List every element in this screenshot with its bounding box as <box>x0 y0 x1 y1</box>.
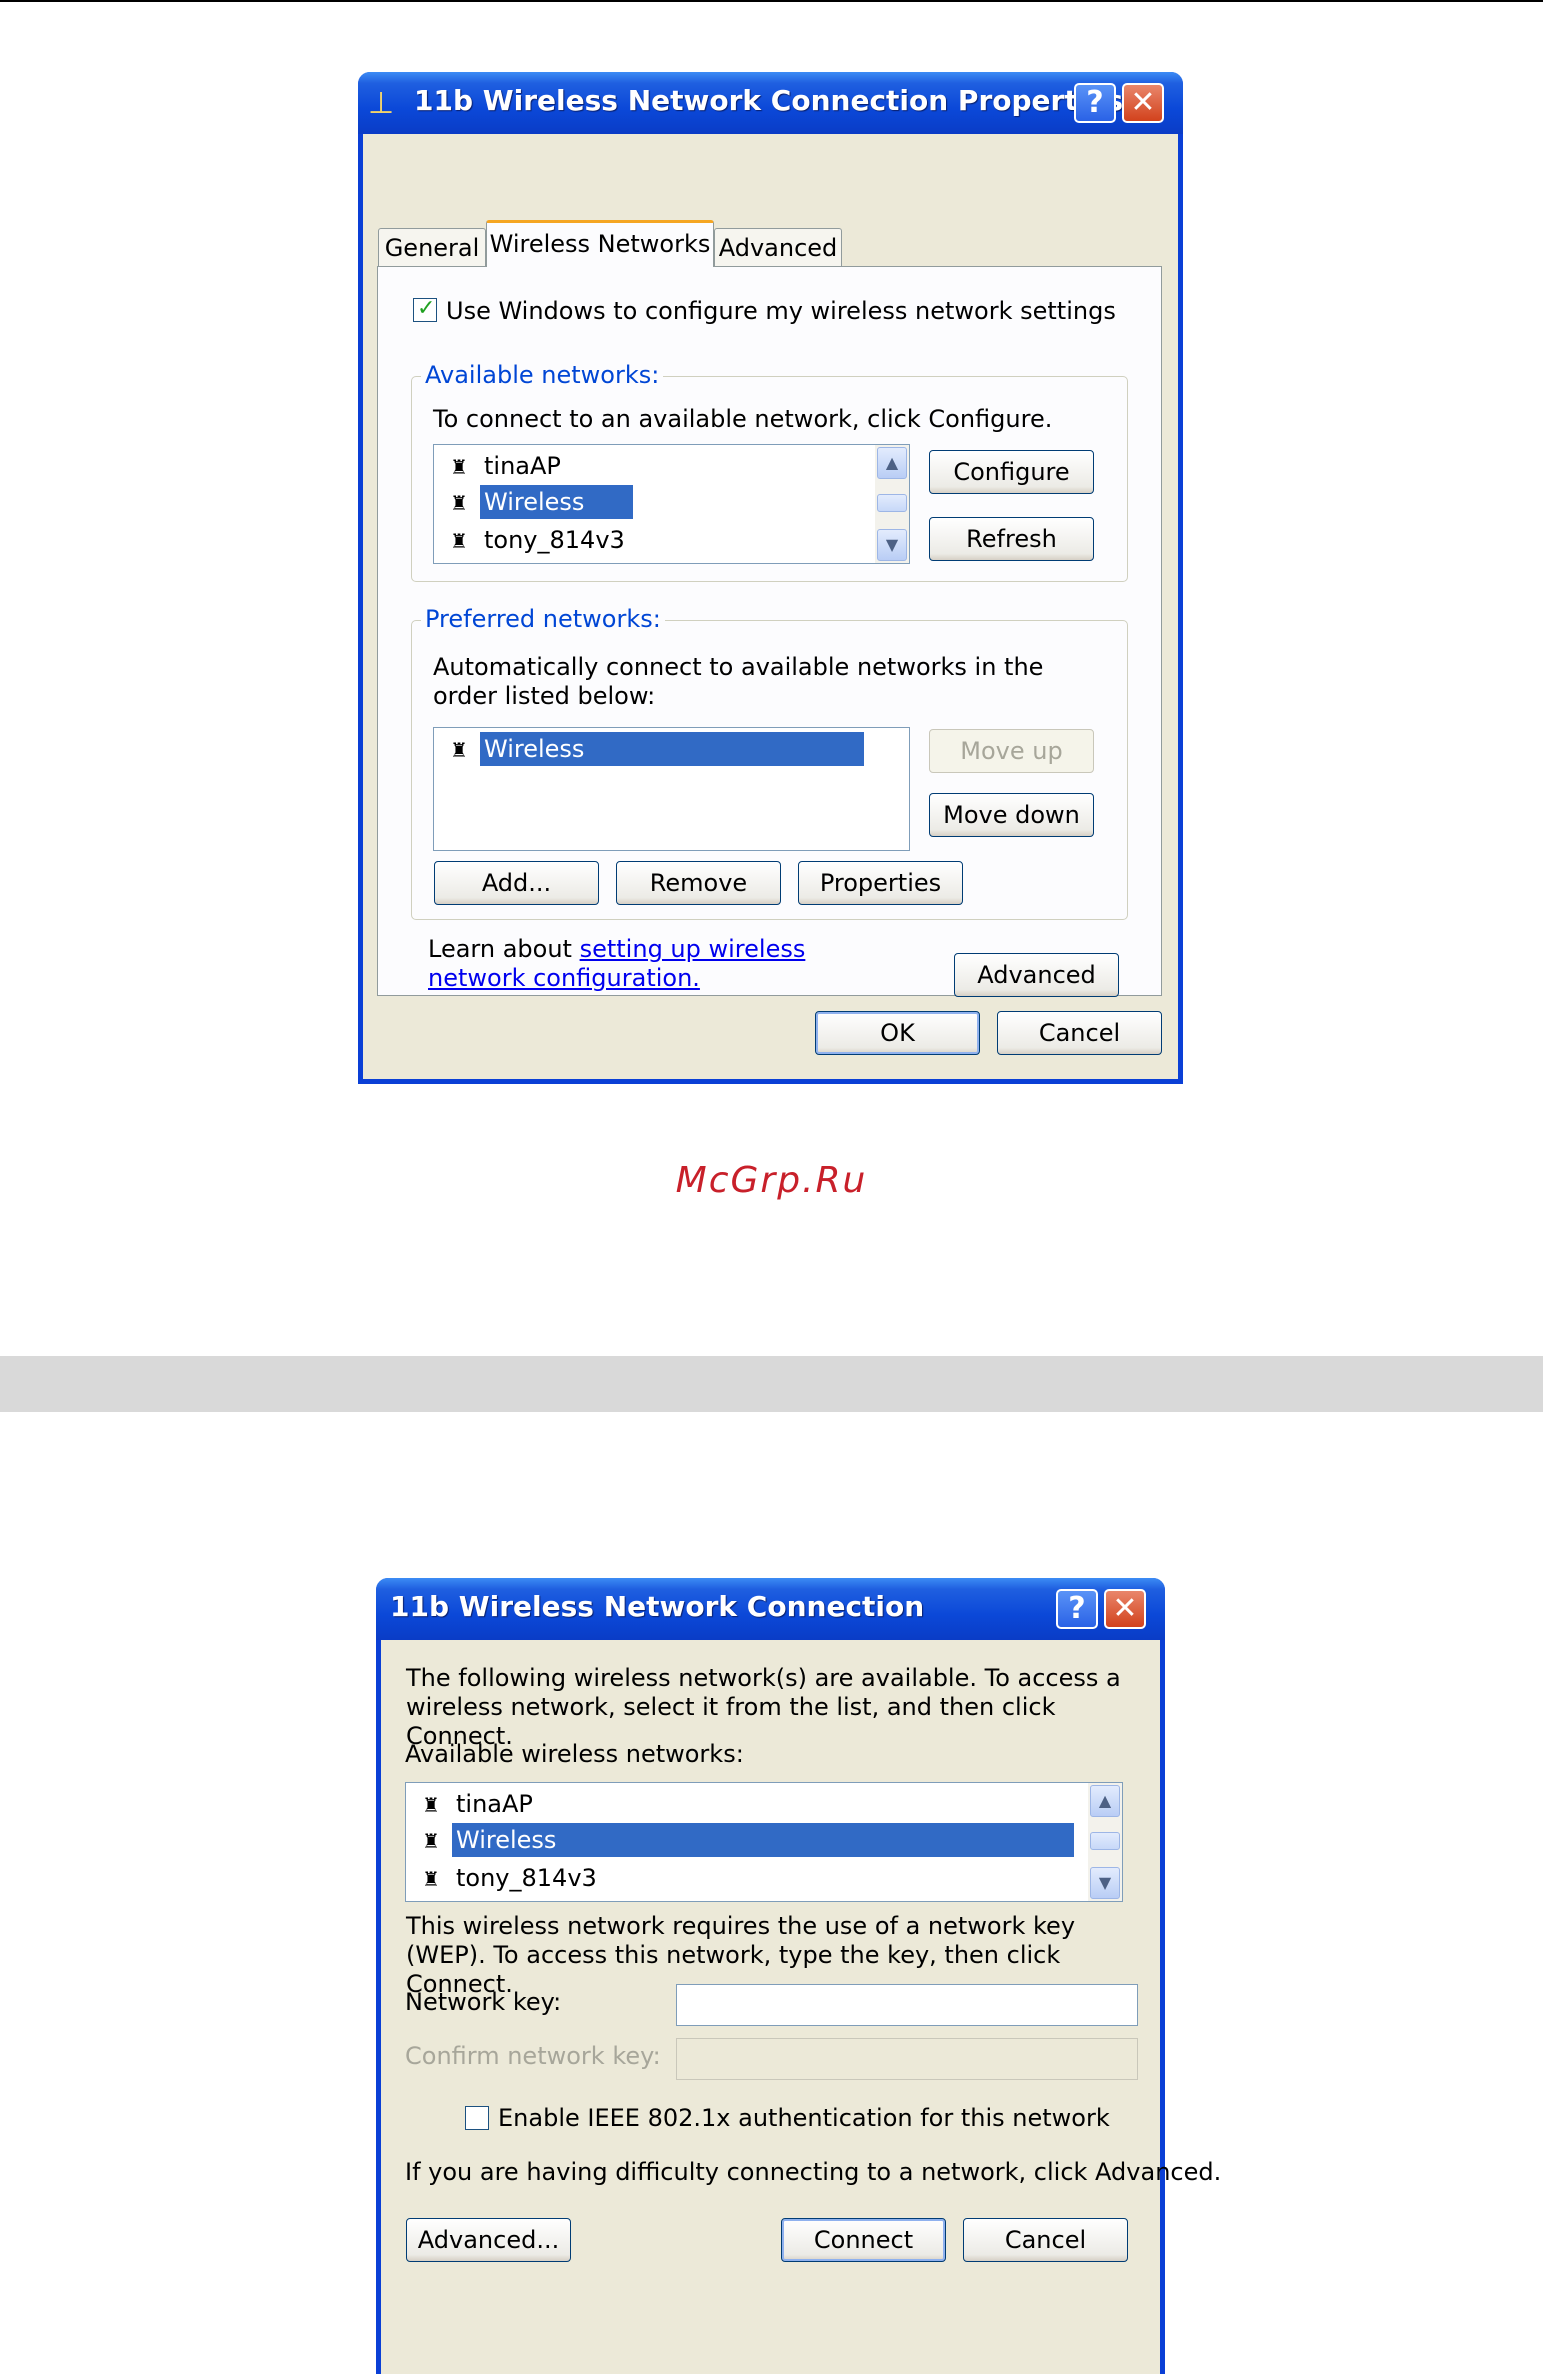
window-title: 11b Wireless Network Connection Properti… <box>414 84 1123 117</box>
preferred-networks-list[interactable]: ♜ Wireless <box>433 727 910 851</box>
watermark: McGrp.Ru <box>675 1160 868 1201</box>
antenna-icon: ♜ <box>450 491 468 515</box>
help-button[interactable]: ? <box>1074 83 1116 123</box>
confirm-key-input[interactable] <box>676 2038 1138 2080</box>
available-networks-list[interactable]: ♜ tinaAP ♜ Wireless ♜ tony_814v3 ▲ ▼ <box>433 444 910 564</box>
available-networks-list[interactable]: ♜ tinaAP ♜ Wireless ♜ tony_814v3 ▲ ▼ <box>405 1782 1123 1902</box>
ieee-8021x-checkbox[interactable] <box>465 2106 489 2130</box>
refresh-button[interactable]: Refresh <box>929 517 1094 561</box>
remove-button[interactable]: Remove <box>616 861 781 905</box>
connection-dialog: 11b Wireless Network Connection ? ✕ The … <box>376 1578 1221 2374</box>
scroll-thumb[interactable] <box>877 494 907 512</box>
title-bar[interactable]: ⊥ 11b Wireless Network Connection Proper… <box>358 72 1183 134</box>
title-bar[interactable]: 11b Wireless Network Connection ? ✕ <box>376 1578 1165 1640</box>
move-down-button[interactable]: Move down <box>929 793 1094 837</box>
configure-button[interactable]: Configure <box>929 450 1094 494</box>
antenna-icon: ♜ <box>450 529 468 553</box>
help-button[interactable]: ? <box>1056 1589 1098 1629</box>
dialog-client: General Wireless Networks Advanced ✓ Use… <box>363 134 1178 1079</box>
use-windows-checkbox[interactable]: ✓ <box>413 296 437 322</box>
close-button[interactable]: ✕ <box>1122 83 1164 123</box>
scroll-up-arrow-icon[interactable]: ▲ <box>877 447 907 479</box>
learn-about-text: Learn about setting up wireless network … <box>428 935 806 992</box>
list-item[interactable]: ♜ Wireless <box>420 1823 1074 1859</box>
scrollbar[interactable]: ▲ ▼ <box>1088 1783 1122 1901</box>
tab-advanced[interactable]: Advanced <box>714 228 842 266</box>
move-up-button[interactable]: Move up <box>929 729 1094 773</box>
antenna-icon: ♜ <box>422 1829 440 1853</box>
list-item[interactable]: ♜ Wireless <box>448 732 864 768</box>
use-windows-label: Use Windows to configure my wireless net… <box>446 297 1116 325</box>
network-key-label: Network key: <box>405 1988 562 2016</box>
dialog-client: The following wireless network(s) are av… <box>381 1640 1221 2374</box>
available-wireless-label: Available wireless networks: <box>405 1740 744 1768</box>
properties-button[interactable]: Properties <box>798 861 963 905</box>
preferred-instruction: Automatically connect to available netwo… <box>433 653 1044 710</box>
list-item[interactable]: ♜ tinaAP <box>448 449 565 485</box>
connect-button[interactable]: Connect <box>781 2218 946 2262</box>
close-button[interactable]: ✕ <box>1104 1589 1146 1629</box>
section-divider-band <box>0 1356 1543 1412</box>
properties-dialog: ⊥ 11b Wireless Network Connection Proper… <box>358 72 1183 1084</box>
checkmark-icon: ✓ <box>417 296 436 321</box>
tab-general[interactable]: General <box>378 228 486 266</box>
preferred-networks-legend: Preferred networks: <box>421 605 665 633</box>
cancel-button[interactable]: Cancel <box>997 1011 1162 1055</box>
scrollbar[interactable]: ▲ ▼ <box>875 445 909 563</box>
scroll-down-arrow-icon[interactable]: ▼ <box>877 529 907 561</box>
difficulty-note: If you are having difficulty connecting … <box>405 2158 1222 2186</box>
antenna-icon: ♜ <box>422 1793 440 1817</box>
tab-panel: ✓ Use Windows to configure my wireless n… <box>377 266 1162 997</box>
network-icon: ⊥ <box>368 86 395 121</box>
list-item[interactable]: ♜ tinaAP <box>420 1787 537 1823</box>
antenna-icon: ♜ <box>422 1867 440 1891</box>
scroll-up-arrow-icon[interactable]: ▲ <box>1090 1785 1120 1817</box>
ok-button[interactable]: OK <box>815 1011 980 1055</box>
ieee-8021x-label: Enable IEEE 802.1x authentication for th… <box>498 2104 1110 2132</box>
advanced-button[interactable]: Advanced <box>954 953 1119 997</box>
scroll-thumb[interactable] <box>1090 1832 1120 1850</box>
antenna-icon: ♜ <box>450 738 468 762</box>
window-title: 11b Wireless Network Connection <box>390 1590 925 1623</box>
add-button[interactable]: Add... <box>434 861 599 905</box>
intro-text: The following wireless network(s) are av… <box>406 1664 1121 1750</box>
page-top-rule <box>0 0 1543 2</box>
antenna-icon: ♜ <box>450 455 468 479</box>
available-instruction: To connect to an available network, clic… <box>433 405 1053 433</box>
tab-wireless-networks[interactable]: Wireless Networks <box>486 220 714 267</box>
network-key-input[interactable] <box>676 1984 1138 2026</box>
advanced-button[interactable]: Advanced... <box>406 2218 571 2262</box>
cancel-button[interactable]: Cancel <box>963 2218 1128 2262</box>
list-item[interactable]: ♜ Wireless <box>448 485 633 521</box>
list-item[interactable]: ♜ tony_814v3 <box>448 523 629 559</box>
available-networks-legend: Available networks: <box>421 361 664 389</box>
confirm-key-label: Confirm network key: <box>405 2042 661 2070</box>
list-item[interactable]: ♜ tony_814v3 <box>420 1861 601 1897</box>
scroll-down-arrow-icon[interactable]: ▼ <box>1090 1867 1120 1899</box>
